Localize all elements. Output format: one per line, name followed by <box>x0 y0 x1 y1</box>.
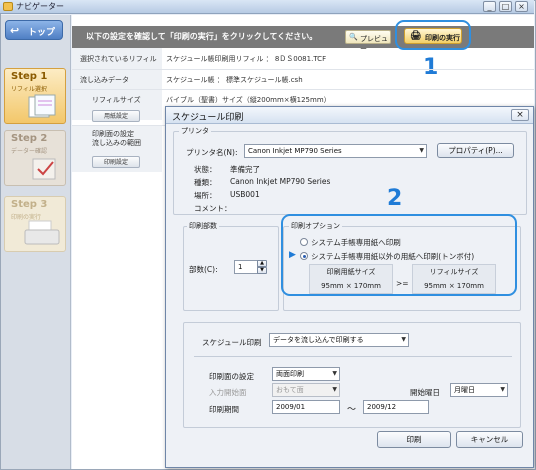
navigator-title: ナビゲーター <box>16 2 64 11</box>
divider <box>194 356 512 357</box>
printer-name-label: プリンタ名(N): <box>186 148 238 157</box>
copies-down-button[interactable]: ▼ <box>257 267 267 274</box>
period-label: 印刷期間 <box>209 405 239 414</box>
period-separator: ～ <box>347 405 357 415</box>
type-value: Canon Inkjet MP790 Series <box>230 177 331 186</box>
schedule-select[interactable]: データを流し込んで印刷する ▼ <box>269 333 409 347</box>
step-1-title: Step 1 <box>11 71 48 82</box>
status-label: 状態： <box>194 165 217 174</box>
comment-label: コメント： <box>194 204 232 213</box>
top-button-label: トップ <box>28 28 56 38</box>
chevron-down-icon: ▼ <box>419 147 424 154</box>
step-2-title: Step 2 <box>11 133 48 144</box>
properties-button[interactable]: プロパティ(P)... <box>437 143 514 158</box>
step-2[interactable]: Step 2 データー確認 <box>4 130 66 186</box>
row-value: スケジュール帳印刷用リフィル ： 8ＤＳ0081.TCF <box>166 55 327 63</box>
row-label: 流し込みデータ <box>80 76 129 84</box>
banner-text: 以下の設定を確認して「印刷の実行」をクリックしてください。 <box>86 32 318 41</box>
period-to-input[interactable]: 2009/12 <box>363 400 429 414</box>
start-day-select[interactable]: 月曜日 ▼ <box>450 383 508 397</box>
copies-label: 部数(C): <box>189 265 218 274</box>
row-label: 印刷面の設定 流し込みの範囲 <box>92 130 141 147</box>
maximize-icon[interactable]: □ <box>499 1 512 12</box>
chevron-down-icon: ▼ <box>401 336 406 343</box>
schedule-value: データを流し込んで印刷する <box>273 336 364 344</box>
magnifier-icon: 🔍 <box>349 33 358 41</box>
step-3-title: Step 3 <box>11 199 48 210</box>
print-side-label: 印刷面の設定 <box>209 372 254 381</box>
step-1[interactable]: Step 1 リフィル選択 <box>4 68 66 124</box>
close-icon[interactable]: × <box>515 1 528 12</box>
callout-circle-2 <box>281 214 517 296</box>
location-label: 場所： <box>194 191 217 200</box>
step-2-subtitle: データー確認 <box>11 148 48 155</box>
type-label: 種類： <box>194 178 217 187</box>
printer-group-label: プリンタ <box>179 126 211 136</box>
top-button[interactable]: ↩ トップ <box>5 20 63 40</box>
dialog-title: スケジュール印刷 <box>172 113 244 123</box>
step-1-subtitle: リフィル選択 <box>11 86 47 93</box>
chevron-down-icon: ▼ <box>332 370 337 377</box>
dialog-close-button[interactable]: × <box>511 109 529 121</box>
callout-number-2: 2 <box>387 186 403 211</box>
row-label: リフィルサイズ <box>92 96 141 104</box>
schedule-label: スケジュール印刷 <box>202 338 262 347</box>
print-setup-button[interactable]: 印刷設定 <box>92 156 140 168</box>
print-side-select[interactable]: 両面印刷 ▼ <box>272 367 340 381</box>
input-start-select[interactable]: おもて面 ▼ <box>272 383 340 397</box>
printer-name-value: Canon Inkjet MP790 Series <box>248 147 342 155</box>
start-day-label: 開始曜日 <box>410 388 440 397</box>
row-value: スケジュール帳 ： 標準スケジュール帳.csh <box>166 76 303 84</box>
paper-setup-button[interactable]: 用紙設定 <box>92 110 140 122</box>
input-start-label: 入力開始面 <box>209 388 247 397</box>
copies-input[interactable]: 1 <box>234 260 258 274</box>
copies-up-button[interactable]: ▲ <box>257 260 267 267</box>
chevron-down-icon: ▼ <box>332 386 337 393</box>
schedule-print-dialog: スケジュール印刷 × プリンタ プリンタ名(N): Canon Inkjet M… <box>165 106 534 468</box>
copies-group-label: 印刷部数 <box>187 221 219 231</box>
data-check-icon <box>32 158 56 180</box>
start-day-value: 月曜日 <box>454 386 475 394</box>
print-button[interactable]: 印刷 <box>377 431 451 448</box>
print-side-value: 両面印刷 <box>276 370 304 378</box>
location-value: USB001 <box>230 190 260 199</box>
step-3[interactable]: Step 3 印刷の実行 <box>4 196 66 252</box>
chevron-down-icon: ▼ <box>500 386 505 393</box>
status-value: 準備完了 <box>230 165 260 174</box>
refill-pages-icon <box>28 94 56 118</box>
period-from-input[interactable]: 2009/01 <box>272 400 340 414</box>
input-start-value: おもて面 <box>276 386 304 394</box>
printer-icon <box>24 220 60 245</box>
app-icon <box>3 2 13 11</box>
back-arrow-icon: ↩ <box>10 24 20 37</box>
preview-button[interactable]: 🔍 プレビュー <box>345 30 391 53</box>
printer-name-select[interactable]: Canon Inkjet MP790 Series ▼ <box>244 144 427 158</box>
row-value: バイブル（聖書）サイズ（縦200mm×横125mm） <box>166 96 331 104</box>
callout-circle-1 <box>395 20 471 50</box>
row-label: 選択されているリフィル <box>80 55 157 63</box>
minimize-icon[interactable]: _ <box>483 1 496 12</box>
cancel-button[interactable]: キャンセル <box>456 431 523 448</box>
navigator-titlebar <box>0 0 534 14</box>
